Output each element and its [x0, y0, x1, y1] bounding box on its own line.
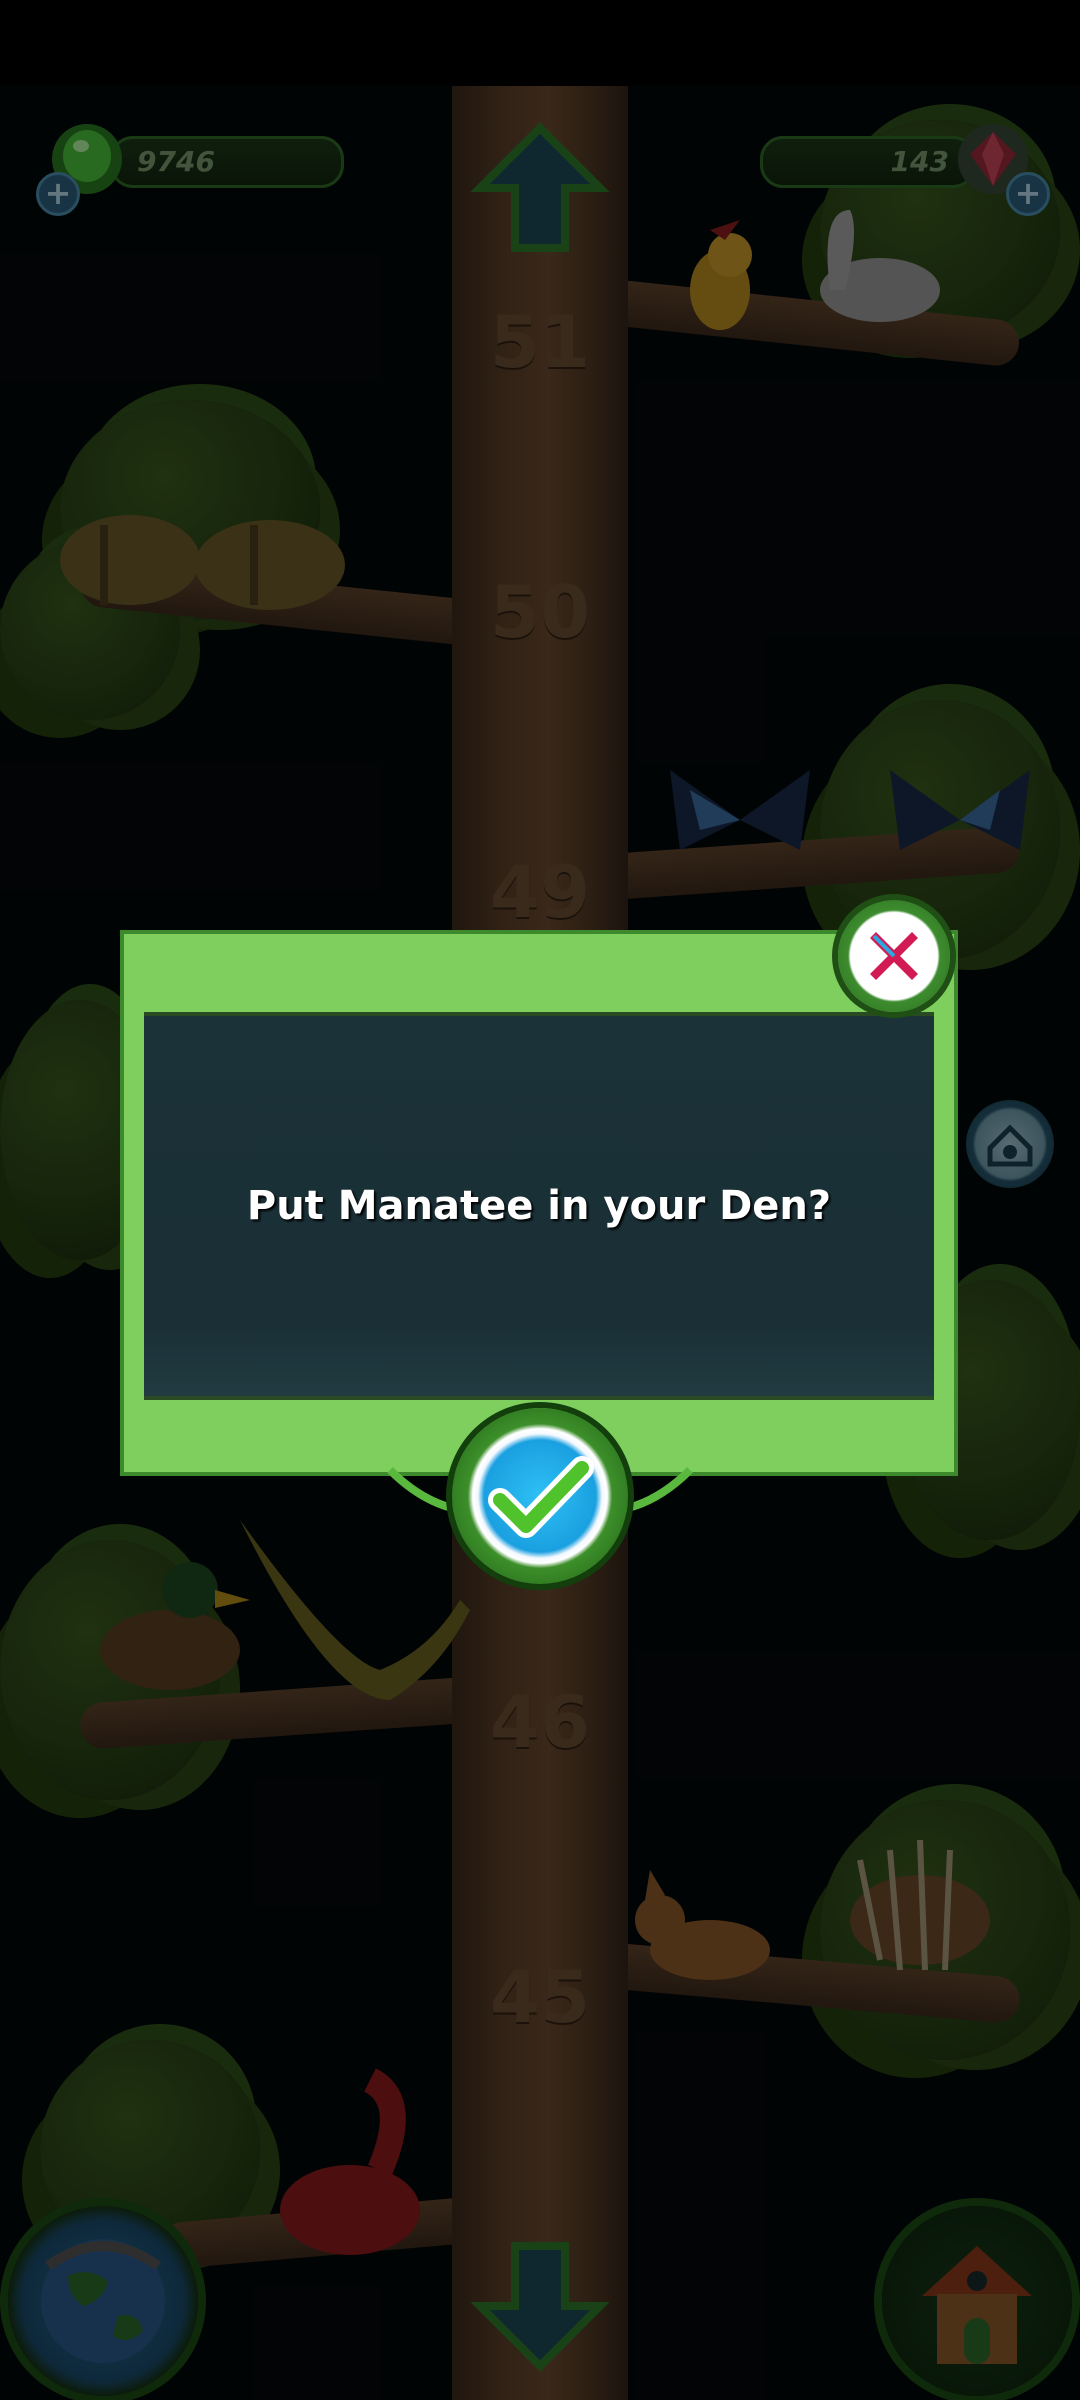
dialog-body: Put Manatee in your Den?	[144, 1012, 934, 1400]
confirm-button[interactable]	[452, 1408, 628, 1584]
close-icon	[870, 932, 918, 980]
game-screen: 51 50 49 46 45 9746 + 143 + Put Manatee …	[0, 0, 1080, 2400]
confirm-dialog: Put Manatee in your Den?	[120, 930, 958, 1476]
checkmark-icon	[488, 1456, 594, 1538]
close-button[interactable]	[838, 900, 950, 1012]
dialog-message: Put Manatee in your Den?	[246, 1183, 832, 1229]
